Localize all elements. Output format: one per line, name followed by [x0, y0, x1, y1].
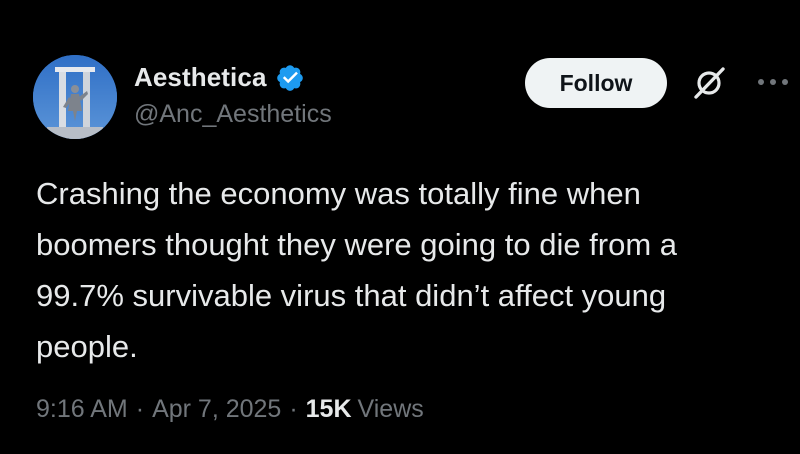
views-count[interactable]: 15K [306, 395, 352, 424]
tweet-date[interactable]: Apr 7, 2025 [152, 395, 281, 424]
author-name-row: Aesthetica [134, 60, 305, 94]
verified-badge-icon[interactable] [275, 63, 305, 93]
more-options-icon[interactable] [753, 72, 795, 92]
grok-icon[interactable] [690, 64, 728, 102]
tweet-time[interactable]: 9:16 AM [36, 395, 128, 424]
author-handle[interactable]: @Anc_Aesthetics [134, 100, 332, 129]
meta-separator: · [135, 395, 145, 423]
tweet-meta: 9:16 AM · Apr 7, 2025 · 15K Views [36, 395, 424, 424]
meta-separator: · [289, 395, 298, 423]
follow-button[interactable]: Follow [525, 58, 667, 108]
views-label[interactable]: Views [358, 395, 424, 424]
tweet-text: Crashing the economy was totally fine wh… [36, 176, 678, 364]
classical-statue-avatar-icon [33, 55, 117, 139]
tweet-card: Aesthetica @Anc_Aesthetics Follow Crashi… [0, 0, 800, 454]
avatar[interactable] [33, 55, 117, 139]
author-display-name[interactable]: Aesthetica [134, 62, 267, 93]
